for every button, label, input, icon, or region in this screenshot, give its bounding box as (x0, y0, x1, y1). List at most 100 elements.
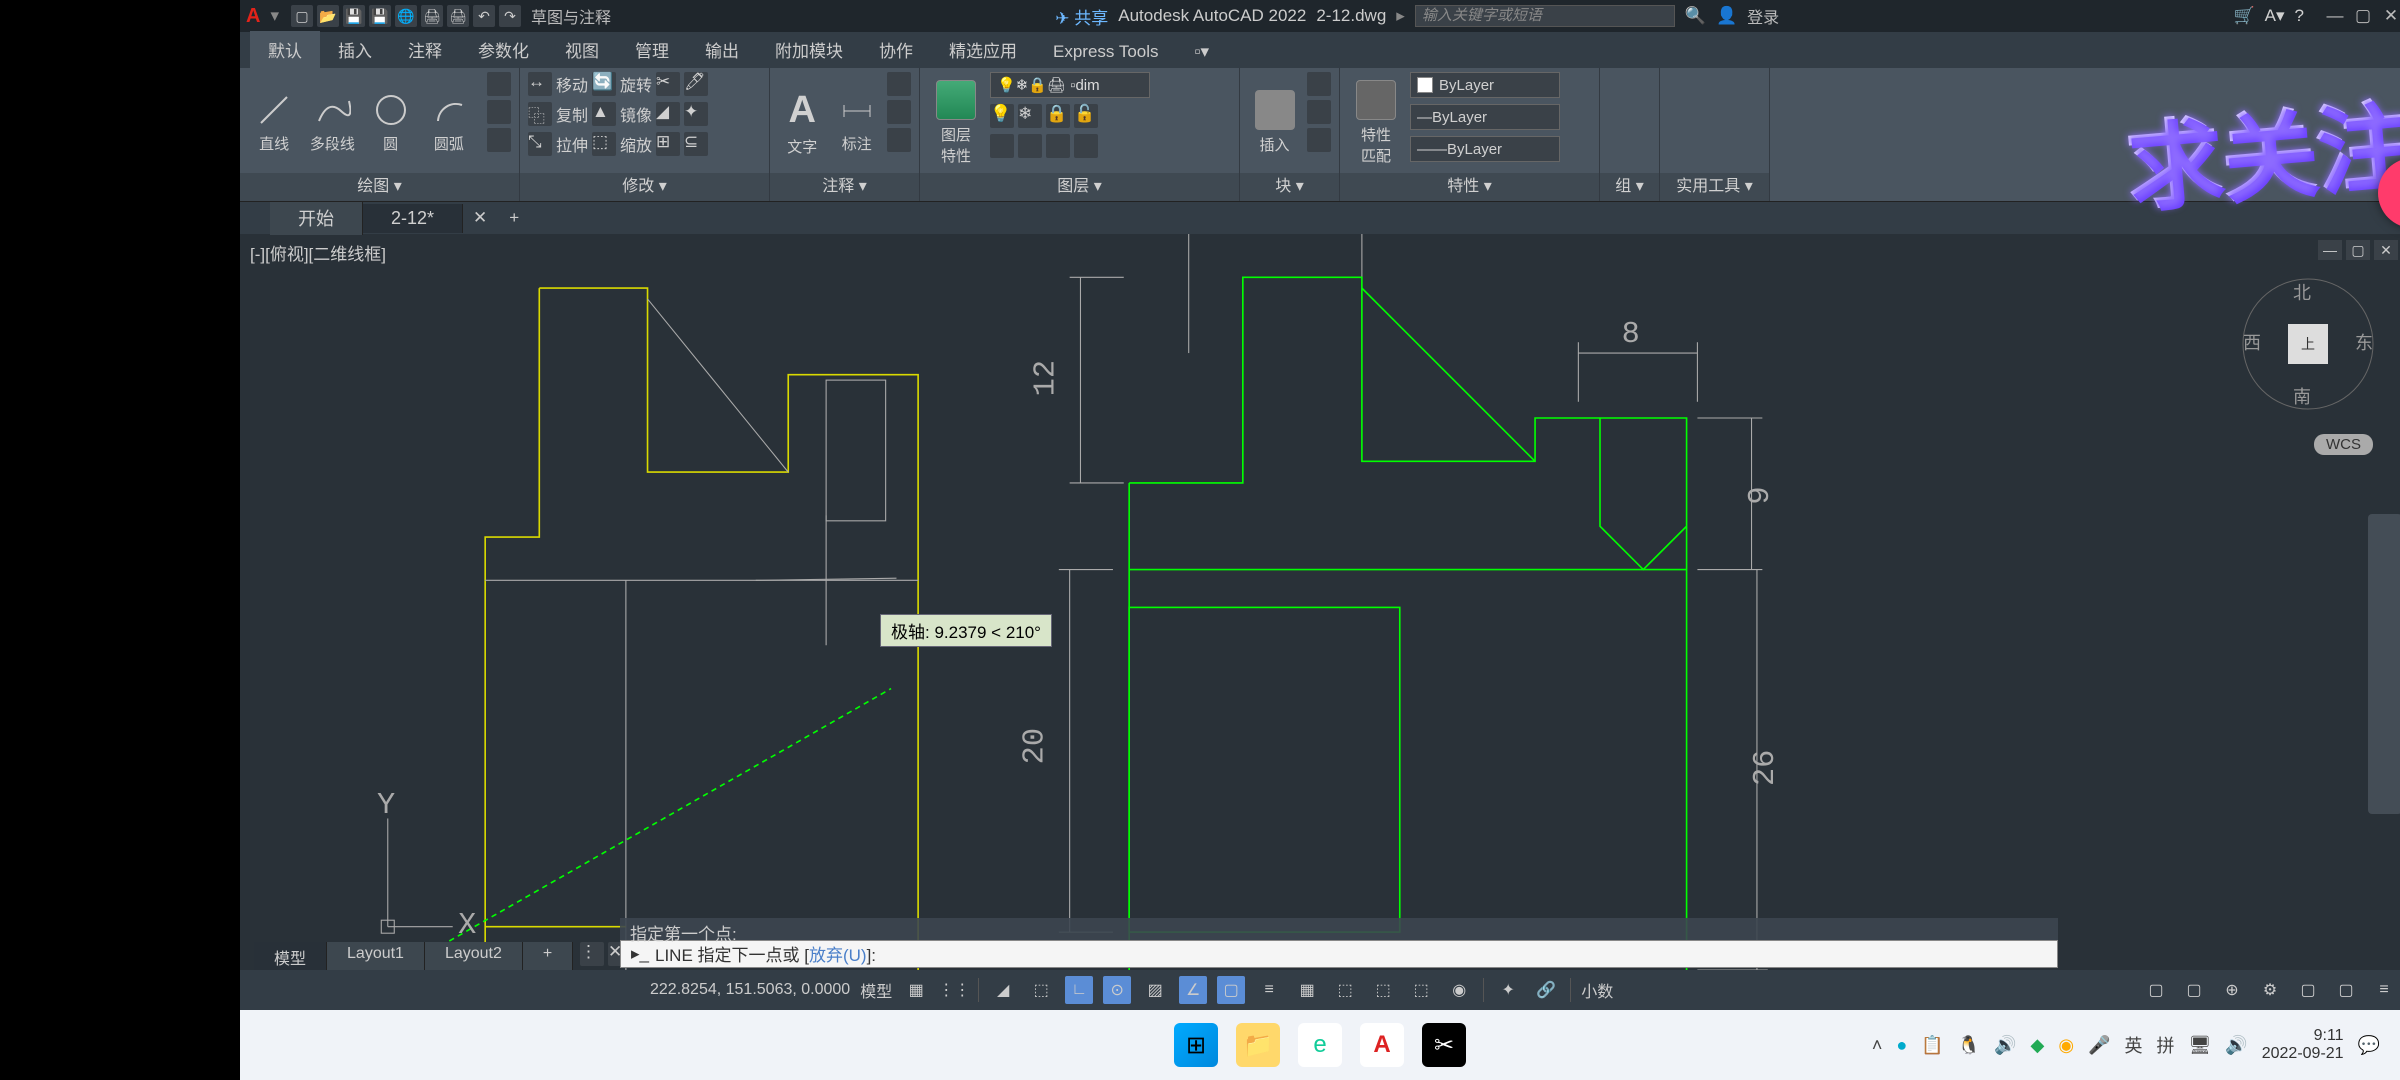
lw-toggle[interactable]: ≡ (1255, 976, 1283, 1004)
vp-close[interactable]: ✕ (2374, 240, 2398, 260)
block-icon-2[interactable] (1307, 100, 1331, 124)
anno-toggle[interactable]: 🔗 (1532, 976, 1560, 1004)
panel-modify-title[interactable]: 修改 ▾ (520, 173, 769, 201)
sb-icon-a[interactable]: ▢ (2142, 976, 2170, 1004)
undo-icon[interactable]: ↶ (473, 5, 495, 27)
panel-draw-title[interactable]: 绘图 ▾ (240, 173, 519, 201)
tray-notifications-icon[interactable]: 💬 (2358, 1035, 2380, 1056)
explode-icon[interactable]: ✦ (684, 102, 708, 126)
panel-utils-title[interactable]: 实用工具 ▾ (1660, 173, 1769, 201)
scale-icon[interactable]: ⬚ (592, 132, 616, 156)
ime-mode[interactable]: 拼 (2156, 1032, 2174, 1058)
ime-lang[interactable]: 英 (2124, 1032, 2142, 1058)
offset-icon[interactable]: ⊆ (684, 132, 708, 156)
3dosnap-toggle[interactable]: ⬚ (1369, 976, 1397, 1004)
search-icon[interactable]: 🔍 (1685, 6, 1706, 26)
layer-icon-6[interactable] (1018, 134, 1042, 158)
linetype-dropdown[interactable]: —— ByLayer (1410, 136, 1560, 162)
grid-toggle[interactable]: ▦ (902, 976, 930, 1004)
layer-icon-5[interactable] (990, 134, 1014, 158)
tray-chevron-icon[interactable]: ˄ (1872, 1035, 1883, 1056)
tray-sound-icon[interactable]: 🔊 (2225, 1035, 2247, 1056)
filter-toggle[interactable]: ◉ (1445, 976, 1473, 1004)
cycle-toggle[interactable]: ⬚ (1331, 976, 1359, 1004)
layer-icon-8[interactable] (1074, 134, 1098, 158)
table-icon[interactable] (887, 100, 911, 124)
tray-network-icon[interactable]: 🖥 (2188, 1035, 2211, 1056)
tab-addins[interactable]: 附加模块 (757, 31, 861, 68)
layer-icon-2[interactable]: ❄ (1018, 104, 1042, 128)
otrack-toggle[interactable]: ∠ (1179, 976, 1207, 1004)
layer-icon-7[interactable] (1046, 134, 1070, 158)
search-input[interactable]: 输入关键字或短语 (1415, 5, 1675, 27)
sb-customize-icon[interactable]: ≡ (2370, 976, 2398, 1004)
tab-extra-icon[interactable]: ▫▾ (1177, 36, 1228, 68)
color-dropdown[interactable]: ByLayer (1410, 72, 1560, 98)
block-icon-1[interactable] (1307, 72, 1331, 96)
dim-button[interactable]: 标注 (833, 72, 882, 173)
tab-close-icon[interactable]: ✕ (463, 208, 497, 228)
print-icon[interactable]: 🖨 (447, 5, 469, 27)
polyline-button[interactable]: 多段线 (306, 72, 358, 173)
sb-icon-b[interactable]: ▢ (2180, 976, 2208, 1004)
help-icon[interactable]: ? (2295, 6, 2304, 26)
navigation-bar[interactable] (2368, 514, 2400, 814)
web-icon[interactable]: 🌐 (395, 5, 417, 27)
tray-app3-icon[interactable]: ◉ (2058, 1035, 2074, 1056)
tab-featured[interactable]: 精选应用 (931, 31, 1035, 68)
panel-layer-title[interactable]: 图层 ▾ (920, 173, 1239, 201)
move-icon[interactable]: ↔ (528, 72, 552, 96)
clock[interactable]: 9:11 2022-09-21 (2262, 1027, 2344, 1063)
leader-icon[interactable] (887, 72, 911, 96)
circle-button[interactable]: 圆 (365, 72, 417, 173)
tray-mic-icon[interactable]: 🎤 (2088, 1035, 2110, 1056)
dyn-toggle[interactable]: ⬚ (1027, 976, 1055, 1004)
polar-toggle[interactable]: ⊙ (1103, 976, 1131, 1004)
viewcube[interactable]: 北 南 西 东 上 (2238, 274, 2378, 414)
redo-icon[interactable]: ↷ (499, 5, 521, 27)
rect-icon[interactable] (487, 72, 511, 96)
iso-toggle[interactable]: ▨ (1141, 976, 1169, 1004)
layer-icon-4[interactable]: 🔓 (1074, 104, 1098, 128)
wcs-badge[interactable]: WCS (2314, 434, 2373, 455)
trim-icon[interactable]: ✂ (656, 72, 680, 96)
erase-icon[interactable]: 🖊 (684, 72, 708, 96)
rotate-icon[interactable]: 🔄 (592, 72, 616, 96)
vp-maximize[interactable]: ▢ (2346, 240, 2370, 260)
tab-view[interactable]: 视图 (547, 31, 617, 68)
tab-output[interactable]: 输出 (687, 31, 757, 68)
user-icon[interactable]: 👤 (1716, 6, 1737, 26)
tab-annotate[interactable]: 注释 (390, 31, 460, 68)
panel-props-title[interactable]: 特性 ▾ (1340, 173, 1599, 201)
text-button[interactable]: A文字 (778, 72, 827, 173)
tray-app2-icon[interactable]: ◆ (2030, 1035, 2044, 1056)
panel-group-title[interactable]: 组 ▾ (1600, 173, 1659, 201)
file-tab-start[interactable]: 开始 (270, 201, 363, 235)
command-input[interactable]: ▸_ LINE 指定下一点或 [放弃(U)]: (620, 940, 2058, 968)
tab-add-icon[interactable]: + (497, 208, 531, 228)
layout-tab-2[interactable]: Layout2 (425, 942, 523, 970)
viewport-label[interactable]: [-][俯视][二维线框] (250, 240, 386, 265)
new-icon[interactable]: ▢ (291, 5, 313, 27)
dim2-icon[interactable] (887, 128, 911, 152)
line-button[interactable]: 直线 (248, 72, 300, 173)
transp-toggle[interactable]: ▦ (1293, 976, 1321, 1004)
units-label[interactable]: 小数 (1581, 978, 1613, 1002)
infer-toggle[interactable]: ◢ (989, 976, 1017, 1004)
tray-qq-icon[interactable]: 🐧 (1958, 1035, 1980, 1056)
workspace-label[interactable]: 草图与注释 (531, 4, 611, 28)
open-icon[interactable]: 📂 (317, 5, 339, 27)
app-switcher-icon[interactable]: A▾ (2265, 6, 2285, 26)
tab-default[interactable]: 默认 (250, 31, 320, 68)
save-icon[interactable]: 💾 (343, 5, 365, 27)
start-button[interactable]: ⊞ (1174, 1023, 1218, 1067)
file-tab-current[interactable]: 2-12* (363, 204, 463, 233)
matchprop-button[interactable]: 特性 匹配 (1348, 72, 1404, 173)
layout-tab-1[interactable]: Layout1 (327, 942, 425, 970)
hatch-icon[interactable] (487, 100, 511, 124)
tab-manage[interactable]: 管理 (617, 31, 687, 68)
panel-block-title[interactable]: 块 ▾ (1240, 173, 1339, 201)
block-icon-3[interactable] (1307, 128, 1331, 152)
copy-icon[interactable]: ⿻ (528, 102, 552, 126)
tab-insert[interactable]: 插入 (320, 31, 390, 68)
